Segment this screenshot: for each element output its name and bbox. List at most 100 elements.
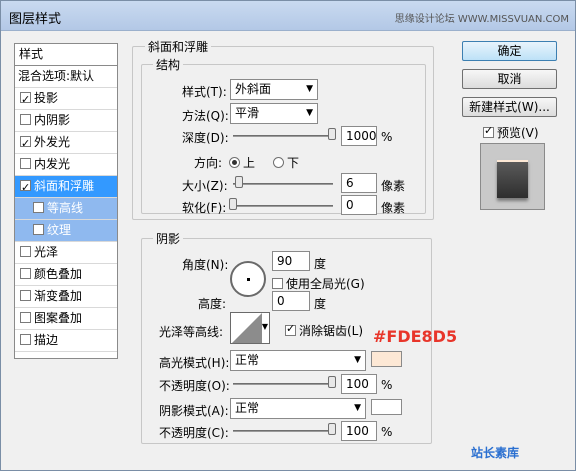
soften-slider-track[interactable] bbox=[233, 205, 333, 207]
shadow-color-swatch[interactable] bbox=[371, 399, 402, 415]
altitude-label: 高度: bbox=[198, 297, 227, 311]
checkbox-icon[interactable] bbox=[33, 224, 44, 235]
radio-icon[interactable] bbox=[273, 157, 284, 168]
size-label: 大小(Z): bbox=[182, 179, 228, 193]
highlight-opacity-thumb[interactable] bbox=[328, 376, 336, 388]
style-list-item[interactable]: 颜色叠加 bbox=[15, 264, 117, 286]
style-list-item[interactable]: 混合选项:默认 bbox=[15, 66, 117, 88]
styles-header[interactable]: 样式 bbox=[15, 44, 117, 66]
shadow-opacity-thumb[interactable] bbox=[328, 423, 336, 435]
style-list-item[interactable]: 描边 bbox=[15, 330, 117, 352]
style-select[interactable]: 外斜面 ▼ bbox=[230, 79, 318, 100]
direction-down-label: 下 bbox=[287, 156, 300, 170]
checkbox-checked-icon[interactable] bbox=[285, 322, 296, 336]
checkbox-icon[interactable] bbox=[20, 246, 31, 257]
chevron-down-icon: ▼ bbox=[306, 84, 313, 94]
shadow-mode-value: 正常 bbox=[235, 401, 260, 415]
shadow-mode-select[interactable]: 正常 ▼ bbox=[230, 398, 366, 419]
direction-up-label: 上 bbox=[243, 156, 256, 170]
style-list-item-label: 渐变叠加 bbox=[34, 289, 83, 303]
highlight-opacity-input[interactable]: 100 bbox=[341, 374, 377, 394]
shadow-opacity-unit: % bbox=[381, 425, 393, 439]
soften-label: 软化(F): bbox=[182, 201, 227, 215]
checkbox-icon[interactable] bbox=[20, 268, 31, 279]
style-list-item[interactable]: 斜面和浮雕 bbox=[15, 176, 117, 198]
angle-input[interactable]: 90 bbox=[272, 251, 310, 271]
soften-slider-thumb[interactable] bbox=[229, 198, 237, 210]
style-list-item-label: 等高线 bbox=[47, 201, 84, 215]
window-title: 图层样式 bbox=[9, 12, 62, 27]
highlight-opacity-track[interactable] bbox=[233, 383, 333, 385]
style-list-item-label: 混合选项:默认 bbox=[18, 69, 95, 83]
style-list-item[interactable]: 纹理 bbox=[15, 220, 117, 242]
style-list-item-label: 颜色叠加 bbox=[34, 267, 83, 281]
linear-contour-icon bbox=[232, 313, 262, 343]
depth-slider-thumb[interactable] bbox=[328, 128, 336, 140]
highlight-mode-select[interactable]: 正常 ▼ bbox=[230, 350, 366, 371]
radio-selected-icon[interactable] bbox=[229, 157, 240, 168]
global-light-option[interactable]: 使用全局光(G) bbox=[272, 275, 365, 292]
style-list-item-label: 纹理 bbox=[47, 223, 72, 237]
chevron-down-icon: ▼ bbox=[354, 403, 361, 413]
style-list-item[interactable]: 等高线 bbox=[15, 198, 117, 220]
style-list-item[interactable]: 外发光 bbox=[15, 132, 117, 154]
style-list-item[interactable]: 光泽 bbox=[15, 242, 117, 264]
depth-slider-track[interactable] bbox=[233, 135, 333, 137]
style-list-item-label: 光泽 bbox=[34, 245, 59, 259]
checkbox-icon[interactable] bbox=[33, 202, 44, 213]
method-label: 方法(Q): bbox=[182, 109, 229, 123]
antialias-label: 消除锯齿(L) bbox=[299, 324, 364, 338]
checkbox-icon[interactable] bbox=[20, 312, 31, 323]
checkbox-icon[interactable] bbox=[20, 334, 31, 345]
depth-input[interactable]: 1000 bbox=[341, 126, 377, 146]
shadow-opacity-label: 不透明度(C): bbox=[159, 426, 229, 440]
style-list-item[interactable]: 渐变叠加 bbox=[15, 286, 117, 308]
gloss-contour-picker[interactable]: ▼ bbox=[230, 312, 270, 344]
global-light-label: 使用全局光(G) bbox=[286, 277, 365, 291]
direction-down-option[interactable]: 下 bbox=[273, 154, 299, 171]
method-select[interactable]: 平滑 ▼ bbox=[230, 103, 318, 124]
layer-style-dialog: 图层样式 思缘设计论坛 WWW.MISSVUAN.COM 样式 混合选项:默认投… bbox=[0, 0, 576, 471]
checkbox-checked-icon[interactable] bbox=[20, 177, 31, 198]
checkbox-icon[interactable] bbox=[20, 114, 31, 125]
size-slider-thumb[interactable] bbox=[235, 176, 243, 188]
angle-unit: 度 bbox=[314, 257, 327, 271]
angle-dial[interactable] bbox=[230, 261, 266, 297]
site-logo: 站长素库 bbox=[471, 446, 520, 460]
hex-annotation: #FDE8D5 bbox=[373, 327, 458, 346]
highlight-opacity-unit: % bbox=[381, 378, 393, 392]
shadow-opacity-input[interactable]: 100 bbox=[341, 421, 377, 441]
highlight-color-swatch[interactable] bbox=[371, 351, 402, 367]
checkbox-checked-icon[interactable] bbox=[20, 89, 31, 110]
styles-list: 样式 混合选项:默认投影内阴影外发光内发光斜面和浮雕等高线纹理光泽颜色叠加渐变叠… bbox=[14, 43, 118, 359]
shadow-opacity-track[interactable] bbox=[233, 430, 333, 432]
style-list-item-label: 投影 bbox=[34, 91, 59, 105]
style-list-item[interactable]: 投影 bbox=[15, 88, 117, 110]
checkbox-icon[interactable] bbox=[20, 158, 31, 169]
chevron-down-icon: ▼ bbox=[354, 355, 361, 365]
antialias-option[interactable]: 消除锯齿(L) bbox=[285, 322, 363, 339]
highlight-opacity-label: 不透明度(O): bbox=[159, 379, 230, 393]
checkbox-icon[interactable] bbox=[20, 290, 31, 301]
ok-button[interactable]: 确定 bbox=[462, 41, 557, 61]
style-list-item[interactable]: 图案叠加 bbox=[15, 308, 117, 330]
checkbox-checked-icon[interactable] bbox=[20, 133, 31, 154]
altitude-input[interactable]: 0 bbox=[272, 291, 310, 311]
checkbox-icon[interactable] bbox=[272, 278, 283, 289]
soften-input[interactable]: 0 bbox=[341, 195, 377, 215]
checkbox-checked-icon[interactable] bbox=[483, 124, 494, 138]
depth-unit: % bbox=[381, 130, 393, 144]
size-slider-track[interactable] bbox=[233, 183, 333, 185]
direction-label: 方向: bbox=[194, 156, 223, 170]
direction-up-option[interactable]: 上 bbox=[229, 154, 255, 171]
bevel-group-title: 斜面和浮雕 bbox=[145, 38, 212, 55]
style-label: 样式(T): bbox=[182, 85, 227, 99]
size-input[interactable]: 6 bbox=[341, 173, 377, 193]
preview-option[interactable]: 预览(V) bbox=[483, 124, 539, 141]
new-style-button[interactable]: 新建样式(W)... bbox=[462, 97, 557, 117]
style-list-item[interactable]: 内阴影 bbox=[15, 110, 117, 132]
preview-label: 预览(V) bbox=[497, 126, 539, 140]
size-unit: 像素 bbox=[381, 179, 406, 193]
style-list-item[interactable]: 内发光 bbox=[15, 154, 117, 176]
cancel-button[interactable]: 取消 bbox=[462, 69, 557, 89]
